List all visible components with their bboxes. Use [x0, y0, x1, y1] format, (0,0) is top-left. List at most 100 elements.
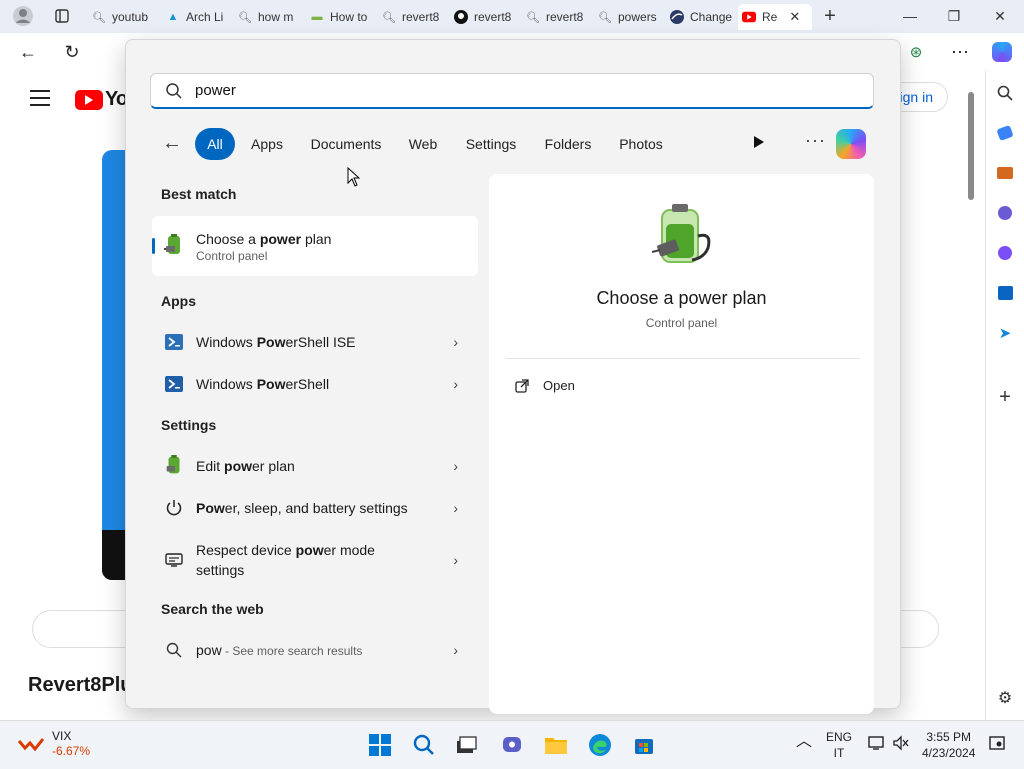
edge-browser-button[interactable] — [586, 731, 614, 759]
chat-icon — [503, 737, 521, 752]
github-icon — [454, 10, 468, 24]
back-button[interactable]: ← — [16, 40, 40, 64]
clock[interactable]: 3:55 PM 4/23/2024 — [922, 729, 975, 761]
shopping-tag-icon[interactable] — [994, 122, 1016, 144]
web-result[interactable]: pow - See more search results › — [152, 638, 478, 662]
chevron-right-icon[interactable]: › — [453, 334, 458, 350]
tab-1[interactable]: 🔍︎ youtub — [92, 4, 148, 30]
scrollbar-thumb[interactable] — [968, 92, 974, 200]
volume-muted-icon[interactable] — [892, 735, 910, 755]
chevron-right-icon[interactable]: › — [453, 458, 458, 474]
app-result-powershell[interactable]: Windows PowerShell › — [152, 372, 478, 396]
tab-9[interactable]: Change — [670, 4, 732, 30]
extension-button[interactable]: ⊛ — [904, 40, 928, 64]
tab-2[interactable]: ▲ Arch Li — [166, 4, 224, 30]
reload-icon: ↻ — [64, 41, 80, 62]
notification-settings-icon[interactable] — [988, 735, 1006, 757]
maximize-button[interactable]: ❐ — [942, 6, 966, 26]
file-explorer-button[interactable] — [542, 731, 570, 759]
open-action[interactable]: Open — [515, 378, 575, 393]
page-scrollbar[interactable] — [967, 78, 975, 708]
close-window-button[interactable]: ✕ — [988, 6, 1012, 26]
tools-icon[interactable] — [994, 162, 1016, 184]
copilot-sidebar-icon[interactable] — [994, 242, 1016, 264]
search-icon: 🔍︎ — [598, 11, 612, 24]
setting-result-power-sleep[interactable]: Power, sleep, and battery settings › — [152, 496, 478, 520]
search-icon — [413, 734, 434, 755]
more-filters-play-icon[interactable] — [754, 136, 764, 148]
outlook-icon[interactable] — [994, 282, 1016, 304]
browser-tab-bar: 🔍︎ youtub ▲ Arch Li 🔍︎ how m ▬ How to 🔍︎ reve… — [0, 0, 1024, 33]
more-options-icon[interactable]: ··· — [805, 130, 826, 151]
sidebar-search-icon[interactable] — [994, 82, 1016, 104]
search-icon: 🔍︎ — [238, 11, 252, 24]
show-hidden-icons-button[interactable]: ︿ — [796, 734, 812, 750]
channel-name[interactable]: Revert8Plu — [28, 674, 133, 697]
minimize-button[interactable]: — — [898, 6, 922, 26]
start-button[interactable] — [366, 731, 394, 759]
close-tab-icon[interactable]: ✕ — [789, 9, 800, 25]
more-menu-button[interactable]: ⋯ — [948, 40, 972, 64]
search-input[interactable] — [193, 81, 847, 100]
more-icon: ⋯ — [951, 41, 969, 62]
teams-chat-button[interactable] — [498, 731, 526, 759]
task-view-button[interactable] — [452, 731, 480, 759]
language-indicator[interactable]: ENG IT — [826, 729, 852, 761]
chevron-right-icon[interactable]: › — [453, 642, 458, 658]
site-icon — [670, 10, 684, 24]
display-icon[interactable] — [868, 735, 886, 755]
taskbar-search-button[interactable] — [410, 731, 438, 759]
new-tab-button[interactable]: + — [818, 5, 842, 27]
copilot-icon — [992, 42, 1012, 62]
stock-widget[interactable]: VIX -6.67% — [18, 729, 90, 759]
tab-actions-icon[interactable] — [50, 6, 74, 26]
store-icon — [635, 739, 653, 754]
filter-documents[interactable]: Documents — [301, 128, 391, 160]
profile-avatar[interactable] — [10, 4, 36, 28]
power-plan-icon — [162, 234, 186, 258]
task-view-icon — [457, 736, 477, 753]
back-arrow-icon[interactable]: ← — [162, 132, 182, 155]
youtube-icon — [742, 10, 756, 24]
chevron-right-icon[interactable]: › — [453, 376, 458, 392]
settings-gear-icon[interactable]: ⚙ — [994, 687, 1016, 709]
windows-taskbar: VIX -6.67% ︿ ENG IT 3:55 PM 4/23/2024 — [0, 720, 1024, 769]
copilot-icon[interactable] — [836, 129, 866, 159]
send-icon[interactable]: ➤ — [994, 322, 1016, 344]
tab-5[interactable]: 🔍︎ revert8 — [382, 4, 439, 30]
tab-7[interactable]: 🔍︎ revert8 — [526, 4, 583, 30]
folder-icon — [545, 738, 567, 754]
youtube-logo[interactable]: Yo — [75, 88, 128, 111]
power-icon — [162, 496, 186, 520]
tab-4[interactable]: ▬ How to — [310, 4, 368, 30]
chevron-right-icon[interactable]: › — [453, 552, 458, 568]
tab-6[interactable]: revert8 — [454, 4, 511, 30]
filter-settings[interactable]: Settings — [456, 128, 526, 160]
copilot-button[interactable] — [990, 40, 1014, 64]
store-button[interactable] — [630, 731, 658, 759]
setting-result-power-mode[interactable]: Respect device power mode settings › — [152, 538, 478, 582]
tab-active[interactable]: Re ✕ — [738, 4, 812, 30]
reload-button[interactable]: ↻ — [60, 40, 84, 64]
tab-8[interactable]: 🔍︎ powers — [598, 4, 657, 30]
preview-divider — [505, 358, 860, 359]
games-icon[interactable] — [994, 202, 1016, 224]
setting-result-edit-power-plan[interactable]: Edit power plan › — [152, 454, 478, 478]
search-box[interactable] — [150, 73, 874, 109]
search-web-heading: Search the web — [161, 601, 264, 617]
hamburger-menu-icon[interactable] — [30, 90, 50, 106]
app-result-powershell-ise[interactable]: Windows PowerShell ISE › — [152, 330, 478, 354]
filter-apps[interactable]: Apps — [245, 128, 289, 160]
filter-web[interactable]: Web — [400, 128, 446, 160]
filter-all[interactable]: All — [195, 128, 235, 160]
tab-3[interactable]: 🔍︎ how m — [238, 4, 293, 30]
best-match-result[interactable]: Choose a power plan Control panel — [152, 216, 478, 276]
chevron-right-icon[interactable]: › — [453, 500, 458, 516]
search-icon: 🔍︎ — [526, 11, 540, 24]
best-match-heading: Best match — [161, 186, 237, 202]
preview-title: Choose a power plan — [596, 288, 767, 308]
filter-photos[interactable]: Photos — [610, 128, 672, 160]
add-sidebar-icon[interactable]: + — [994, 386, 1016, 408]
power-plan-icon — [162, 454, 186, 478]
filter-folders[interactable]: Folders — [535, 128, 601, 160]
